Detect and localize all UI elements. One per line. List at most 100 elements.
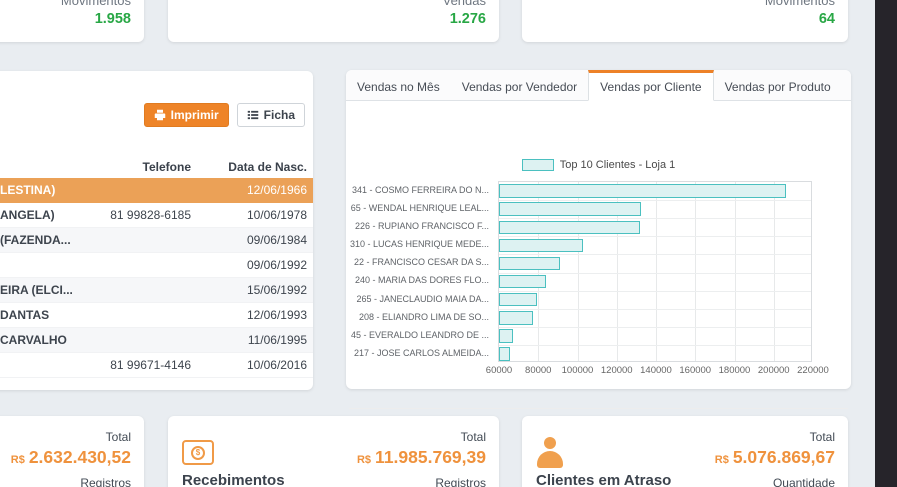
cell-phone: 81 99828-6185 xyxy=(108,208,193,222)
summary-value: 64 xyxy=(819,11,835,27)
panel-divider xyxy=(349,408,848,409)
cell-phone: 81 99671-4146 xyxy=(108,358,193,372)
category-label: 240 - MARIA DAS DORES FLO... xyxy=(346,271,493,289)
category-label: 310 - LUCAS HENRIQUE MEDE... xyxy=(346,235,493,253)
table-row[interactable]: LESTINA) 12/06/1966 xyxy=(0,178,313,203)
gridline xyxy=(695,182,696,361)
chart-category-labels: 341 - COSMO FERREIRA DO N...65 - WENDAL … xyxy=(346,181,493,362)
category-label: 22 - FRANCISCO CESAR DA S... xyxy=(346,253,493,271)
user-icon xyxy=(536,437,564,468)
category-label: 65 - WENDAL HENRIQUE LEAL... xyxy=(346,199,493,217)
chart-bar xyxy=(499,257,560,271)
table-row[interactable]: (FAZENDA...09/06/1984 xyxy=(0,228,313,253)
column-phone: Telefone xyxy=(108,160,193,174)
cell-date: 09/06/1992 xyxy=(193,258,313,272)
chart-bar xyxy=(499,329,513,343)
count-label: Quantidade xyxy=(715,476,835,487)
total-amount: 5.076.869,67 xyxy=(733,447,835,467)
summary-label: Vendas xyxy=(443,0,486,8)
chart-bar xyxy=(499,239,583,253)
total-label: Total xyxy=(715,430,835,444)
chart-bar xyxy=(499,221,640,235)
cell-name: (FAZENDA... xyxy=(0,233,108,247)
category-label: 208 - ELIANDRO LIMA DE SO... xyxy=(346,308,493,326)
printer-icon xyxy=(154,109,166,121)
currency-prefix: R$ xyxy=(715,454,729,466)
category-label: 226 - RUPIANO FRANCISCO F... xyxy=(346,217,493,235)
count-label: Registros xyxy=(11,476,131,487)
gridline xyxy=(735,182,736,361)
gridline xyxy=(499,309,811,310)
chart-bar xyxy=(499,293,537,307)
cell-date: 11/06/1995 xyxy=(193,333,313,347)
ficha-button-label: Ficha xyxy=(264,108,295,122)
cell-name: CARVALHO xyxy=(0,333,108,347)
sales-chart: Top 10 Clientes - Loja 1 341 - COSMO FER… xyxy=(346,101,851,389)
gridline xyxy=(499,254,811,255)
chart-bar xyxy=(499,202,641,216)
summary-card-movimentos-1: Movimentos 1.958 xyxy=(0,0,144,42)
sales-panel: Vendas no MêsVendas por VendedorVendas p… xyxy=(346,70,851,389)
clientes-em-atraso-card: Clientes em Atraso Total R$5.076.869,67 … xyxy=(522,416,848,487)
chart-legend: Top 10 Clientes - Loja 1 xyxy=(346,159,851,171)
cell-date: 12/06/1966 xyxy=(193,183,313,197)
summary-label: Movimentos xyxy=(61,0,131,8)
gridline xyxy=(499,236,811,237)
chart-bar xyxy=(499,347,510,361)
ficha-button[interactable]: Ficha xyxy=(237,103,305,127)
legend-swatch xyxy=(522,159,554,171)
clients-table-header: Telefone Data de Nasc. xyxy=(0,155,313,178)
chart-plot-area: 6000080000100000120000140000160000180000… xyxy=(498,181,812,362)
gridline xyxy=(499,345,811,346)
tab-vendas-por-cliente[interactable]: Vendas por Cliente xyxy=(588,70,713,101)
summary-value: 1.276 xyxy=(450,11,486,27)
cell-name: LESTINA) xyxy=(0,183,108,197)
gridline xyxy=(499,200,811,201)
table-row[interactable]: 81 99671-414610/06/2016 xyxy=(0,353,313,378)
category-label: 265 - JANECLAUDIO MAIA DA... xyxy=(346,290,493,308)
tab-vendas-por-vendedor[interactable]: Vendas por Vendedor xyxy=(451,70,588,101)
card-title: Recebimentos xyxy=(182,472,285,487)
table-row[interactable]: DANTAS12/06/1993 xyxy=(0,303,313,328)
right-sidebar-strip xyxy=(875,0,897,487)
summary-value: 1.958 xyxy=(95,11,131,27)
currency-prefix: R$ xyxy=(357,454,371,466)
dashboard-screen: Movimentos 1.958 Vendas 1.276 Movimentos… xyxy=(0,0,897,487)
clients-panel: Imprimir Ficha Telefone Data de Nasc. LE… xyxy=(0,71,313,390)
gridline xyxy=(499,327,811,328)
column-birthdate: Data de Nasc. xyxy=(193,160,313,174)
chart-bar xyxy=(499,184,786,198)
table-row[interactable]: 09/06/1992 xyxy=(0,253,313,278)
total-label: Total xyxy=(11,430,131,444)
total-amount: 2.632.430,52 xyxy=(29,447,131,467)
summary-card-vendas: Vendas 1.276 xyxy=(168,0,499,42)
cell-name: ANGELA) xyxy=(0,208,108,222)
total-amount: 11.985.769,39 xyxy=(375,447,486,467)
clients-table-body: LESTINA)12/06/1966ANGELA)81 99828-618510… xyxy=(0,178,313,378)
currency-prefix: R$ xyxy=(11,454,25,466)
x-axis-tick: 220000 xyxy=(783,365,843,376)
cell-date: 12/06/1993 xyxy=(193,308,313,322)
gridline xyxy=(499,218,811,219)
cell-date: 10/06/1978 xyxy=(193,208,313,222)
table-row[interactable]: ANGELA)81 99828-618510/06/1978 xyxy=(0,203,313,228)
tab-vendas-no-m-s[interactable]: Vendas no Mês xyxy=(346,70,451,101)
total-value: R$ 2.632.430,52 xyxy=(11,447,131,468)
legend-label: Top 10 Clientes - Loja 1 xyxy=(560,159,676,171)
total-card-1: Total R$ 2.632.430,52 Registros xyxy=(0,416,144,487)
category-label: 217 - JOSE CARLOS ALMEIDA... xyxy=(346,344,493,362)
gridline xyxy=(499,291,811,292)
tab-vendas-por-produto[interactable]: Vendas por Produto xyxy=(714,70,842,101)
card-title: Clientes em Atraso xyxy=(536,472,671,487)
table-row[interactable]: EIRA (ELCI...15/06/1992 xyxy=(0,278,313,303)
summary-card-movimentos-2: Movimentos 64 xyxy=(522,0,848,42)
total-value: R$ 11.985.769,39 xyxy=(357,447,486,468)
print-button[interactable]: Imprimir xyxy=(144,103,229,127)
list-icon xyxy=(247,109,259,121)
total-label: Total xyxy=(357,430,486,444)
print-button-label: Imprimir xyxy=(171,108,219,122)
cell-date: 10/06/2016 xyxy=(193,358,313,372)
gridline xyxy=(774,182,775,361)
table-row[interactable]: CARVALHO 11/06/1995 xyxy=(0,328,313,353)
category-label: 45 - EVERALDO LEANDRO DE ... xyxy=(346,326,493,344)
